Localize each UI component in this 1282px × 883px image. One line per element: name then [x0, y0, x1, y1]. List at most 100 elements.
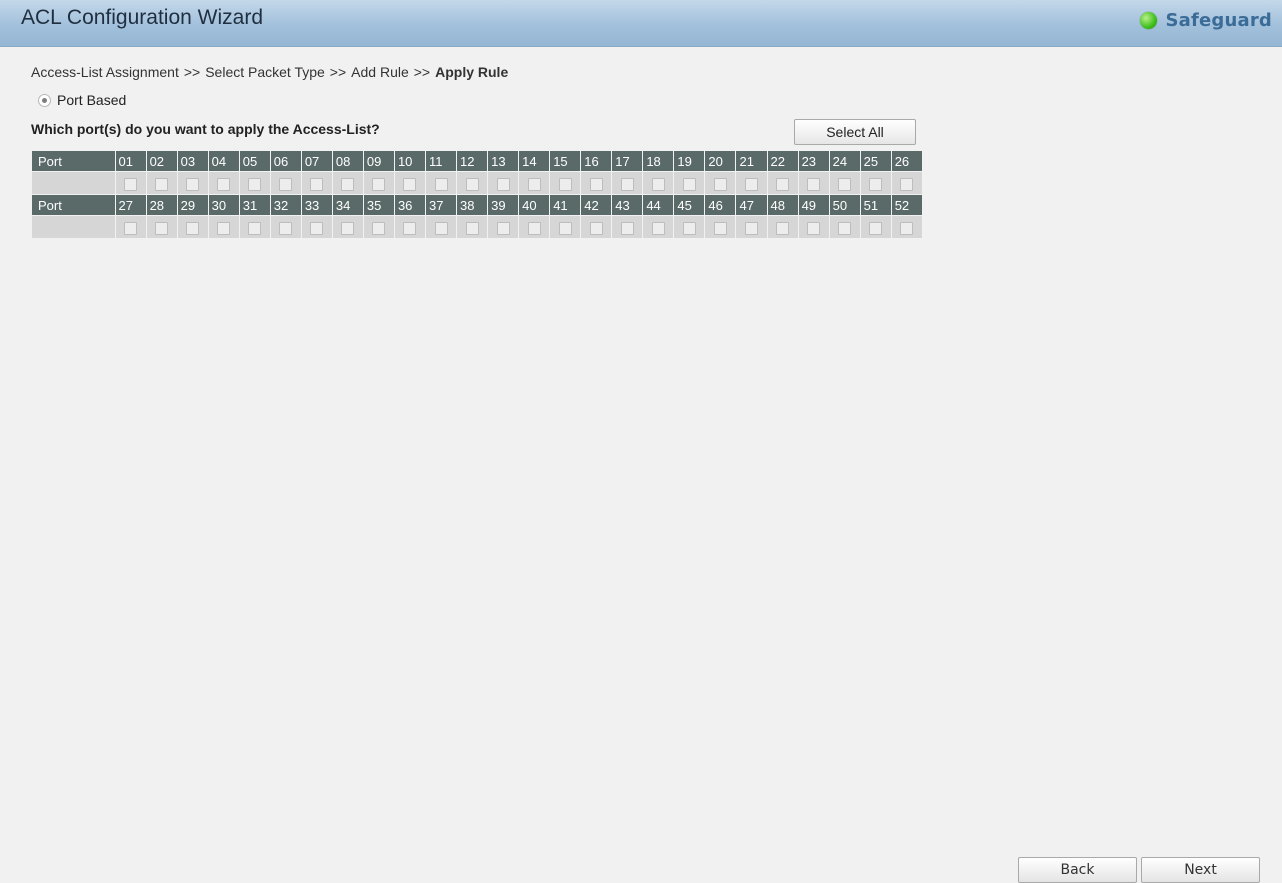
port-based-option[interactable]: Port Based	[38, 92, 126, 108]
port-checkbox-cell	[611, 171, 644, 195]
safeguard-label: Safeguard	[1165, 10, 1272, 31]
port-checkbox-11[interactable]	[434, 177, 448, 191]
port-number-20: 20	[704, 150, 737, 172]
port-checkbox-35[interactable]	[372, 221, 386, 235]
port-checkbox-cell	[890, 171, 924, 195]
port-checkbox-17[interactable]	[620, 177, 634, 191]
port-checkbox-32[interactable]	[279, 221, 293, 235]
port-checkbox-05[interactable]	[248, 177, 262, 191]
port-number-30: 30	[207, 194, 240, 216]
port-checkbox-cell	[673, 215, 706, 239]
port-checkbox-cell	[859, 171, 892, 195]
port-checkbox-cell	[176, 215, 209, 239]
port-number-12: 12	[456, 150, 489, 172]
port-number-01: 01	[114, 150, 147, 172]
port-checkbox-46[interactable]	[713, 221, 727, 235]
port-checkbox-21[interactable]	[744, 177, 758, 191]
port-checkbox-cell	[704, 215, 737, 239]
port-number-43: 43	[611, 194, 644, 216]
port-checkbox-04[interactable]	[217, 177, 231, 191]
back-button[interactable]: Back	[1018, 857, 1137, 883]
port-checkbox-28[interactable]	[155, 221, 169, 235]
radio-selected-dot	[42, 97, 47, 103]
port-checkbox-16[interactable]	[589, 177, 603, 191]
port-checkbox-cell	[424, 171, 458, 195]
port-checkbox-cell	[145, 171, 178, 195]
port-checkbox-42[interactable]	[589, 221, 603, 235]
port-table: Port 01 02 03 04 05 06 07 08 09 10 11 12 13 14 15 16 17 18…	[31, 150, 924, 239]
port-checkbox-02[interactable]	[155, 177, 169, 191]
port-checkbox-45[interactable]	[682, 221, 696, 235]
port-checkbox-01[interactable]	[124, 177, 138, 191]
port-checkbox-08[interactable]	[341, 177, 355, 191]
port-number-51: 51	[859, 194, 892, 216]
port-checkbox-12[interactable]	[465, 177, 479, 191]
apply-question: Which port(s) do you want to apply the A…	[31, 121, 380, 137]
port-checkbox-27[interactable]	[124, 221, 138, 235]
port-checkbox-cell	[518, 171, 551, 195]
port-based-radio[interactable]	[38, 93, 51, 107]
select-all-button[interactable]: Select All	[794, 119, 916, 145]
port-checkbox-43[interactable]	[620, 221, 634, 235]
port-checkbox-06[interactable]	[279, 177, 293, 191]
port-checkbox-31[interactable]	[248, 221, 262, 235]
port-checkbox-47[interactable]	[744, 221, 758, 235]
port-checkbox-cell	[331, 171, 364, 195]
port-checkbox-19[interactable]	[682, 177, 696, 191]
port-checkbox-13[interactable]	[496, 177, 510, 191]
breadcrumb-step: Add Rule	[351, 64, 409, 80]
port-number-08: 08	[331, 150, 364, 172]
port-checkbox-25[interactable]	[869, 177, 883, 191]
port-checkbox-cell	[487, 215, 520, 239]
breadcrumb-separator: >>	[183, 64, 201, 80]
port-checkbox-cell	[393, 215, 427, 239]
port-number-45: 45	[673, 194, 706, 216]
port-checkbox-cell	[238, 215, 271, 239]
port-checkbox-44[interactable]	[651, 221, 665, 235]
port-number-50: 50	[828, 194, 861, 216]
port-checkbox-23[interactable]	[807, 177, 821, 191]
next-button[interactable]: Next	[1141, 857, 1260, 883]
port-checkbox-50[interactable]	[838, 221, 852, 235]
port-checkbox-29[interactable]	[186, 221, 200, 235]
port-checkbox-49[interactable]	[807, 221, 821, 235]
port-checkbox-30[interactable]	[217, 221, 231, 235]
port-based-label: Port Based	[57, 92, 127, 108]
port-checkbox-33[interactable]	[310, 221, 324, 235]
port-checkbox-cell	[611, 215, 644, 239]
port-checkbox-52[interactable]	[900, 221, 914, 235]
port-number-42: 42	[580, 194, 613, 216]
port-checkbox-15[interactable]	[558, 177, 572, 191]
port-checkbox-41[interactable]	[558, 221, 572, 235]
port-checkbox-18[interactable]	[651, 177, 665, 191]
port-checkbox-39[interactable]	[496, 221, 510, 235]
blank-cell	[31, 215, 116, 239]
port-checkbox-03[interactable]	[186, 177, 200, 191]
port-checkbox-09[interactable]	[372, 177, 386, 191]
port-checkbox-37[interactable]	[434, 221, 448, 235]
port-checkbox-26[interactable]	[900, 177, 914, 191]
breadcrumb-separator: >>	[413, 64, 431, 80]
port-checkbox-48[interactable]	[776, 221, 790, 235]
breadcrumb-current: Apply Rule	[435, 64, 509, 80]
port-checkbox-cell	[518, 215, 551, 239]
port-checkbox-36[interactable]	[403, 221, 417, 235]
port-checkbox-07[interactable]	[310, 177, 324, 191]
port-checkbox-10[interactable]	[403, 177, 417, 191]
port-checkbox-40[interactable]	[527, 221, 541, 235]
port-checkbox-24[interactable]	[838, 177, 852, 191]
port-checkbox-22[interactable]	[776, 177, 790, 191]
port-checkbox-51[interactable]	[869, 221, 883, 235]
port-checkbox-cell	[331, 215, 364, 239]
port-checkbox-34[interactable]	[341, 221, 355, 235]
port-checkbox-14[interactable]	[527, 177, 541, 191]
port-checkbox-cell	[797, 171, 830, 195]
port-number-29: 29	[176, 194, 209, 216]
port-number-41: 41	[549, 194, 582, 216]
port-checkbox-cell	[673, 171, 706, 195]
port-checkbox-20[interactable]	[713, 177, 727, 191]
port-checkbox-38[interactable]	[465, 221, 479, 235]
port-checkbox-cell	[859, 215, 892, 239]
port-number-13: 13	[487, 150, 520, 172]
port-number-37: 37	[424, 194, 458, 216]
